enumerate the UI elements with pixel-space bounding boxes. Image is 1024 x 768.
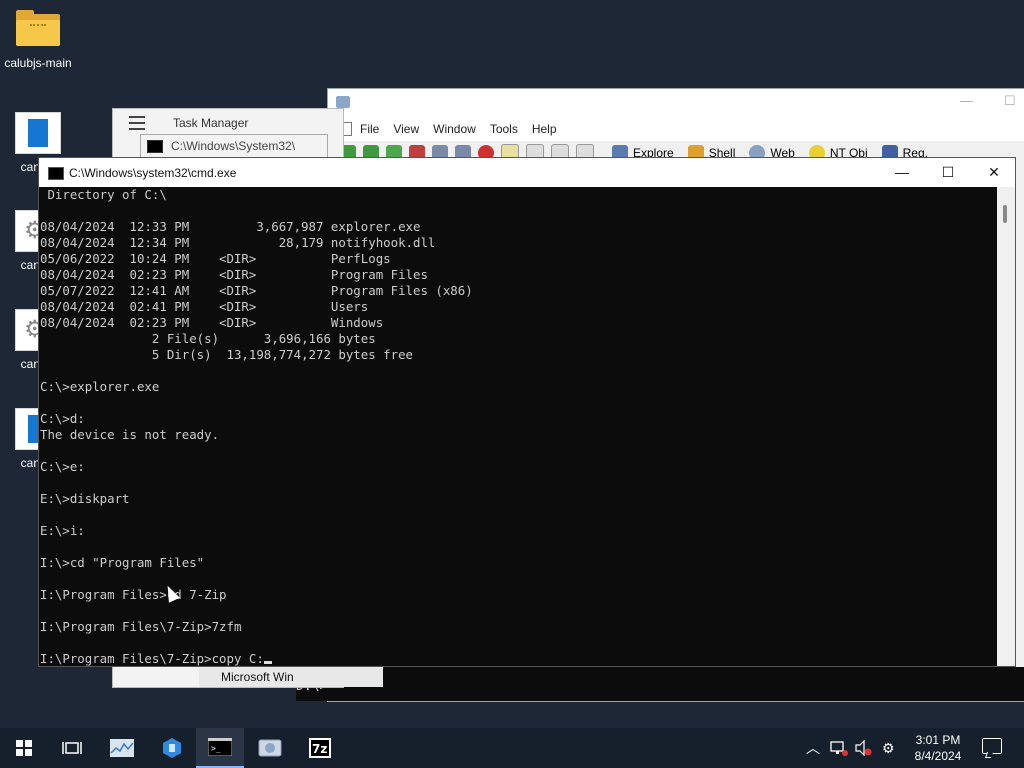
taskbar-app[interactable] <box>148 728 196 768</box>
cmd-window-behind[interactable]: C:\Windows\System32\ <box>140 134 328 158</box>
clock[interactable]: 3:01 PM 8/4/2024 <box>908 732 968 764</box>
7zip-icon: 7z <box>309 738 331 758</box>
close-button[interactable]: ✕ <box>971 158 1017 187</box>
cmd-icon <box>48 167 64 180</box>
clock-date: 8/4/2024 <box>914 749 962 763</box>
window-title: C:\Windows\System32\ <box>171 139 296 153</box>
task-manager-header: Task Manager <box>113 109 343 137</box>
desktop-icon-calubjs-main[interactable]: calubjs-main <box>0 10 76 70</box>
menu-help[interactable]: Help <box>532 122 557 136</box>
show-hidden-icons[interactable]: ︿ <box>806 728 820 768</box>
cmd-title: C:\Windows\system32\cmd.exe <box>69 166 237 180</box>
volume-tray[interactable] <box>854 728 872 768</box>
minimize-button[interactable]: — <box>879 158 925 187</box>
scrollbar-thumb[interactable] <box>1003 205 1007 223</box>
desktop-icon-label: calubjs-main <box>4 56 72 70</box>
console-strip: D:\> <box>296 667 1024 701</box>
network-icon <box>830 741 848 756</box>
task-manager-title: Task Manager <box>173 116 249 130</box>
menu-window[interactable]: Window <box>433 122 476 136</box>
settings-tray[interactable]: ⚙ <box>882 728 895 768</box>
maximize-button[interactable]: ☐ <box>1004 93 1016 109</box>
console-output[interactable]: Directory of C:\ 08/04/2024 12:33 PM 3,6… <box>39 187 997 666</box>
console-text: Directory of C:\ 08/04/2024 12:33 PM 3,6… <box>40 187 473 634</box>
minimize-button[interactable]: — <box>960 93 973 108</box>
window-titlebar[interactable]: — ☐ <box>328 89 1024 117</box>
cmd-icon <box>147 139 163 153</box>
vertical-scrollbar[interactable] <box>997 187 1015 666</box>
svg-text:7z: 7z <box>312 742 327 756</box>
menu-tools[interactable]: Tools <box>490 122 518 136</box>
process-name: Microsoft Win <box>221 670 294 684</box>
volume-muted-icon <box>855 740 872 756</box>
app-icon <box>163 738 181 758</box>
taskbar: >_ 7z ︿ ⚙ 3:01 PM 8/4/2024 <box>0 728 1024 768</box>
document-icon <box>15 112 61 154</box>
cmd-titlebar[interactable]: C:\Windows\system32\cmd.exe — ☐ ✕ <box>39 158 1015 187</box>
7zip-fm-icon <box>336 96 350 108</box>
menu-file[interactable]: File <box>360 122 379 136</box>
network-tray[interactable] <box>830 728 848 768</box>
task-view-button[interactable] <box>48 728 96 768</box>
console-input[interactable]: I:\Program Files\7-Zip>copy C: <box>40 651 264 666</box>
hamburger-menu-icon[interactable] <box>129 116 145 130</box>
task-view-icon <box>62 742 82 754</box>
start-icon <box>16 740 32 756</box>
clock-time: 3:01 PM <box>915 733 961 747</box>
maximize-button[interactable]: ☐ <box>925 158 971 187</box>
cmd-icon: >_ <box>208 738 232 756</box>
start-button[interactable] <box>0 728 48 768</box>
taskbar-cmd[interactable]: >_ <box>196 728 244 768</box>
taskbar-7zip[interactable]: 7z <box>296 728 344 768</box>
console-input-line[interactable]: I:\Program Files\7-Zip>copy C: <box>40 651 997 666</box>
process-row[interactable]: Microsoft Win <box>199 667 383 687</box>
resource-monitor-icon <box>110 739 134 757</box>
taskbar-resource-monitor[interactable] <box>98 728 146 768</box>
zip-folder-icon <box>16 10 60 50</box>
gear-icon: ⚙ <box>882 739 895 756</box>
notification-icon[interactable] <box>982 738 1002 754</box>
taskbar-7zip-fm[interactable] <box>246 728 294 768</box>
menu-view[interactable]: View <box>393 122 419 136</box>
text-cursor <box>263 661 272 664</box>
cmd-window[interactable]: C:\Windows\system32\cmd.exe — ☐ ✕ Direct… <box>38 157 1016 667</box>
7zip-fm-icon <box>258 739 282 757</box>
menu-bar: File View Window Tools Help <box>328 117 1024 141</box>
chevron-up-icon: ︿ <box>806 740 820 756</box>
svg-text:>_: >_ <box>211 744 221 753</box>
